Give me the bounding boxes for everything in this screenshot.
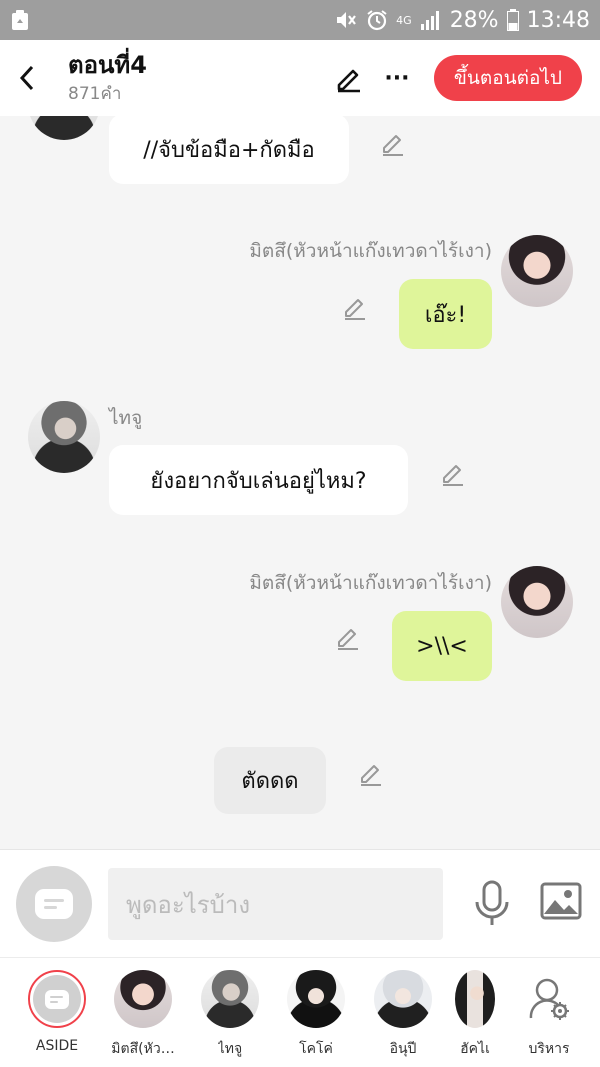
battery-percent: 28% (449, 7, 499, 33)
avatar (374, 970, 432, 1028)
edit-message-icon[interactable] (340, 292, 370, 322)
manage-characters-button[interactable]: บริหาร (506, 970, 592, 1060)
speaker-name: มิตสึ(หัวหน้าแก๊งเทวดาไร้เงา) (249, 572, 492, 594)
character-taiju[interactable]: ไทจู (187, 970, 273, 1060)
composer: พูดอะไรบ้าง (0, 849, 600, 957)
speaker-name: มิตสึ(หัวหน้าแก๊งเทวดาไร้เงา) (249, 240, 492, 262)
avatar (455, 970, 495, 1028)
message-bubble[interactable]: เอ๊ะ! (399, 279, 492, 349)
signal-label: 4G (396, 13, 412, 27)
title-box: ตอนที่4 871คำ (68, 50, 147, 106)
aside-toggle-button[interactable] (16, 866, 92, 942)
message-input[interactable]: พูดอะไรบ้าง (108, 868, 443, 940)
avatar (201, 970, 259, 1028)
signal-icon (420, 10, 442, 30)
message-text: ตัดดด (241, 769, 299, 794)
mute-icon (334, 9, 358, 31)
character-label: มิตสึ(หัว… (111, 1041, 175, 1057)
character-label: ฮัคไเ (460, 1041, 490, 1057)
message-text: เอ๊ะ! (424, 302, 467, 328)
chevron-left-icon (19, 65, 34, 91)
aside-icon (28, 970, 86, 1028)
alarm-icon (366, 9, 388, 31)
character-hakkai[interactable]: ฮัคไเ (440, 970, 510, 1060)
edit-message-icon[interactable] (333, 622, 363, 652)
page-title: ตอนที่4 (68, 51, 147, 79)
edit-message-icon[interactable] (356, 758, 386, 788)
back-button[interactable] (0, 40, 54, 116)
character-label: ไทจู (217, 1041, 243, 1057)
next-episode-button[interactable]: ขึ้นตอนต่อไป (433, 55, 582, 101)
edit-message-icon[interactable] (378, 128, 408, 158)
message-text: >\\< (416, 633, 468, 659)
avatar[interactable] (28, 116, 100, 140)
character-label: บริหาร (528, 1041, 570, 1057)
avatar[interactable] (501, 235, 573, 307)
character-inupi[interactable]: อินุปี (360, 970, 446, 1060)
edit-title-button[interactable] (332, 61, 366, 95)
character-mitsu[interactable]: มิตสึ(หัว… (100, 970, 186, 1060)
status-bar: 4G 28% 13:48 (0, 0, 600, 40)
character-label: โคโค่ (299, 1041, 333, 1057)
clock: 13:48 (526, 7, 590, 33)
image-icon[interactable] (540, 882, 582, 920)
character-aside[interactable]: ASIDE (14, 970, 100, 1054)
character-label: อินุปี (389, 1041, 417, 1057)
header: ตอนที่4 871คำ ··· ขึ้นตอนต่อไป (0, 40, 600, 116)
recycle-icon (10, 8, 34, 32)
message-bubble[interactable]: >\\< (392, 611, 492, 681)
message-icon (35, 889, 73, 919)
avatar (287, 970, 345, 1028)
aside-bubble[interactable]: ตัดดด (214, 747, 326, 814)
more-icon: ··· (384, 65, 410, 91)
manage-user-icon (529, 978, 569, 1020)
avatar[interactable] (501, 566, 573, 638)
message-bubble[interactable]: ยังอยากจับเล่นอยู่ไหม? (109, 445, 408, 515)
word-count: 871คำ (68, 84, 122, 104)
battery-icon (506, 9, 519, 31)
message-bubble[interactable]: //จับข้อมือ+กัดมือ (109, 116, 349, 184)
character-bar: ASIDE มิตสึ(หัว… ไทจู โคโค่ อินุปี ฮัคไเ… (0, 957, 600, 1067)
pencil-icon (337, 69, 360, 93)
message-icon (45, 989, 69, 1009)
avatar[interactable] (28, 401, 100, 473)
character-label: ASIDE (35, 1038, 79, 1054)
character-koko[interactable]: โคโค่ (273, 970, 359, 1060)
message-text: ยังอยากจับเล่นอยู่ไหม? (150, 468, 367, 494)
more-button[interactable]: ··· (380, 61, 414, 95)
edit-message-icon[interactable] (438, 458, 468, 488)
speaker-name: ไทจู (109, 407, 143, 429)
chat-area[interactable]: //จับข้อมือ+กัดมือ มิตสึ(หัวหน้าแก๊งเทวด… (0, 116, 600, 849)
microphone-icon[interactable] (472, 880, 512, 928)
message-text: //จับข้อมือ+กัดมือ (143, 137, 315, 163)
avatar (114, 970, 172, 1028)
